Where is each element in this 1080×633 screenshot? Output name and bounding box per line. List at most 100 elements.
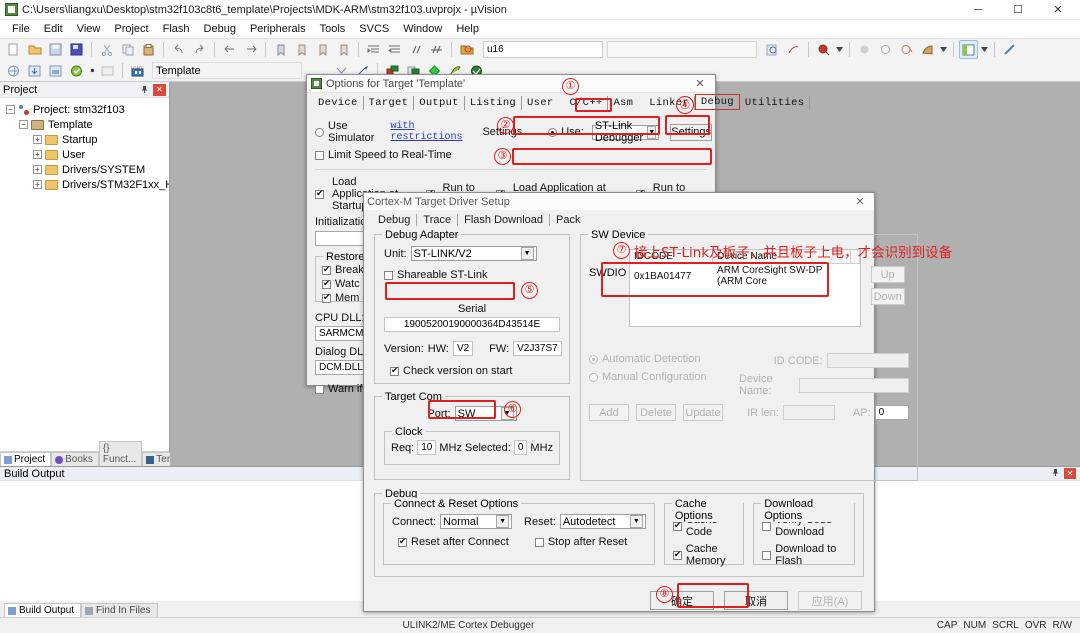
tab-flash-download[interactable]: Flash Download (458, 214, 551, 226)
id-code-input[interactable] (826, 353, 909, 368)
reset-select[interactable]: Autodetect ▼ (559, 514, 646, 529)
window-layout-icon[interactable] (959, 40, 978, 59)
load-app-checkbox-left[interactable] (315, 188, 324, 199)
download-to-flash-checkbox[interactable] (762, 550, 772, 560)
bookmark-toggle-icon[interactable] (271, 40, 290, 59)
batch-build-icon[interactable] (67, 61, 86, 80)
move-up-button[interactable]: Up (870, 266, 905, 283)
copy-icon[interactable] (118, 40, 137, 59)
bookmark-prev-icon[interactable] (292, 40, 311, 59)
configuration-dropdown-icon[interactable] (939, 40, 948, 59)
expander-icon[interactable]: + (33, 135, 42, 144)
debug-kill-breakpoints-icon[interactable] (897, 40, 916, 59)
uncomment-icon[interactable] (427, 40, 446, 59)
outdent-icon[interactable] (385, 40, 404, 59)
tree-item-startup[interactable]: + Startup (2, 132, 167, 147)
expander-icon[interactable]: + (33, 180, 42, 189)
options-dialog-close-icon[interactable]: ✕ (687, 75, 713, 92)
stop-after-reset-checkbox[interactable] (534, 537, 544, 547)
navigate-back-icon[interactable] (220, 40, 239, 59)
expander-icon[interactable]: − (6, 105, 15, 114)
ir-len-input[interactable] (782, 405, 835, 420)
tree-item-drivers-hal[interactable]: + Drivers/STM32F1xx_HAL_Driver (2, 177, 169, 192)
menu-edit[interactable]: Edit (37, 22, 70, 36)
tab-asm[interactable]: Asm (608, 96, 638, 110)
tab-debug[interactable]: Debug (372, 214, 418, 226)
menu-svcs[interactable]: SVCS (352, 22, 396, 36)
find-icon[interactable] (763, 40, 782, 59)
use-simulator-radio[interactable] (315, 127, 324, 137)
close-button[interactable]: ✕ (1038, 0, 1078, 20)
warn-checkbox[interactable] (315, 384, 324, 394)
tab-c-cpp[interactable]: C/C++ (564, 96, 609, 110)
tab-debug[interactable]: Debug (694, 94, 740, 110)
limit-speed-checkbox[interactable] (315, 150, 324, 160)
batch-build-dropdown-icon[interactable] (88, 61, 96, 80)
restore-memory-checkbox[interactable] (322, 292, 331, 303)
tab-books[interactable]: Books (51, 452, 99, 466)
target-selector[interactable]: Template (152, 62, 302, 79)
comment-icon[interactable] (406, 40, 425, 59)
delete-button[interactable]: Delete (636, 404, 676, 421)
find-in-files-icon[interactable] (457, 40, 476, 59)
window-layout-dropdown-icon[interactable] (980, 40, 989, 59)
debugger-settings-button[interactable]: Settings (670, 123, 713, 141)
tab-listing[interactable]: Listing (465, 96, 523, 110)
save-all-icon[interactable] (67, 40, 86, 59)
with-restrictions-link[interactable]: with restrictions (390, 121, 462, 143)
ap-input[interactable]: 0 (874, 405, 909, 420)
restore-watch-checkbox[interactable] (322, 278, 331, 289)
new-file-icon[interactable] (4, 40, 23, 59)
expander-icon[interactable]: + (33, 150, 42, 159)
tree-item-template[interactable]: − Template (2, 117, 167, 132)
tab-user[interactable]: User (522, 96, 558, 110)
undo-icon[interactable] (169, 40, 188, 59)
menu-file[interactable]: File (5, 22, 37, 36)
search-target-icon[interactable] (814, 40, 833, 59)
menu-debug[interactable]: Debug (197, 22, 243, 36)
project-pane-close-icon[interactable]: ✕ (153, 83, 166, 96)
stop-build-icon[interactable] (98, 61, 117, 80)
tree-item-drivers-system[interactable]: + Drivers/SYSTEM (2, 162, 167, 177)
manual-configuration-radio[interactable] (589, 372, 598, 382)
tab-project[interactable]: Project (0, 452, 52, 466)
load-icon[interactable]: LOAD (128, 61, 147, 80)
move-down-button[interactable]: Down (870, 288, 905, 305)
cancel-button[interactable]: 取消 (724, 591, 788, 610)
cache-memory-checkbox[interactable] (672, 549, 682, 560)
paste-icon[interactable] (139, 40, 158, 59)
configure-tools-icon[interactable] (1000, 40, 1019, 59)
tab-utilities[interactable]: Utilities (740, 96, 811, 110)
redo-icon[interactable] (190, 40, 209, 59)
reset-after-connect-checkbox[interactable] (398, 536, 407, 547)
tab-pack[interactable]: Pack (550, 214, 586, 226)
tab-build-output[interactable]: Build Output (4, 603, 82, 617)
connect-select[interactable]: Normal ▼ (440, 514, 513, 529)
update-button[interactable]: Update (683, 404, 723, 421)
req-input[interactable]: 10 (417, 440, 437, 455)
unit-select[interactable]: ST-LINK/V2 ▼ (410, 246, 537, 261)
open-file-icon[interactable] (25, 40, 44, 59)
add-button[interactable]: Add (589, 404, 629, 421)
tab-output[interactable]: Output (414, 96, 465, 110)
maximize-button[interactable]: ☐ (998, 0, 1038, 20)
project-tree[interactable]: − Project: stm32f103 − Template + Startu… (0, 98, 169, 451)
menu-project[interactable]: Project (107, 22, 155, 36)
configuration-wizard-icon[interactable] (918, 40, 937, 59)
verify-code-download-checkbox[interactable] (762, 521, 772, 531)
search-dropdown-icon[interactable] (835, 40, 844, 59)
tab-trace[interactable]: Trace (417, 214, 459, 226)
tab-functions[interactable]: {} Funct... (98, 441, 143, 466)
translate-icon[interactable] (4, 61, 23, 80)
cache-code-checkbox[interactable] (672, 520, 682, 531)
driver-dialog-close-icon[interactable]: ✕ (849, 194, 871, 210)
minimize-button[interactable]: ─ (958, 0, 998, 20)
indent-icon[interactable] (364, 40, 383, 59)
menu-tools[interactable]: Tools (313, 22, 353, 36)
expander-icon[interactable]: − (19, 120, 28, 129)
debugger-select[interactable]: ST-Link Debugger ▼ (591, 120, 660, 144)
use-debugger-radio[interactable] (548, 127, 558, 137)
menu-window[interactable]: Window (396, 22, 449, 36)
search-input[interactable]: u16 (483, 41, 603, 58)
check-version-checkbox[interactable] (390, 365, 399, 376)
